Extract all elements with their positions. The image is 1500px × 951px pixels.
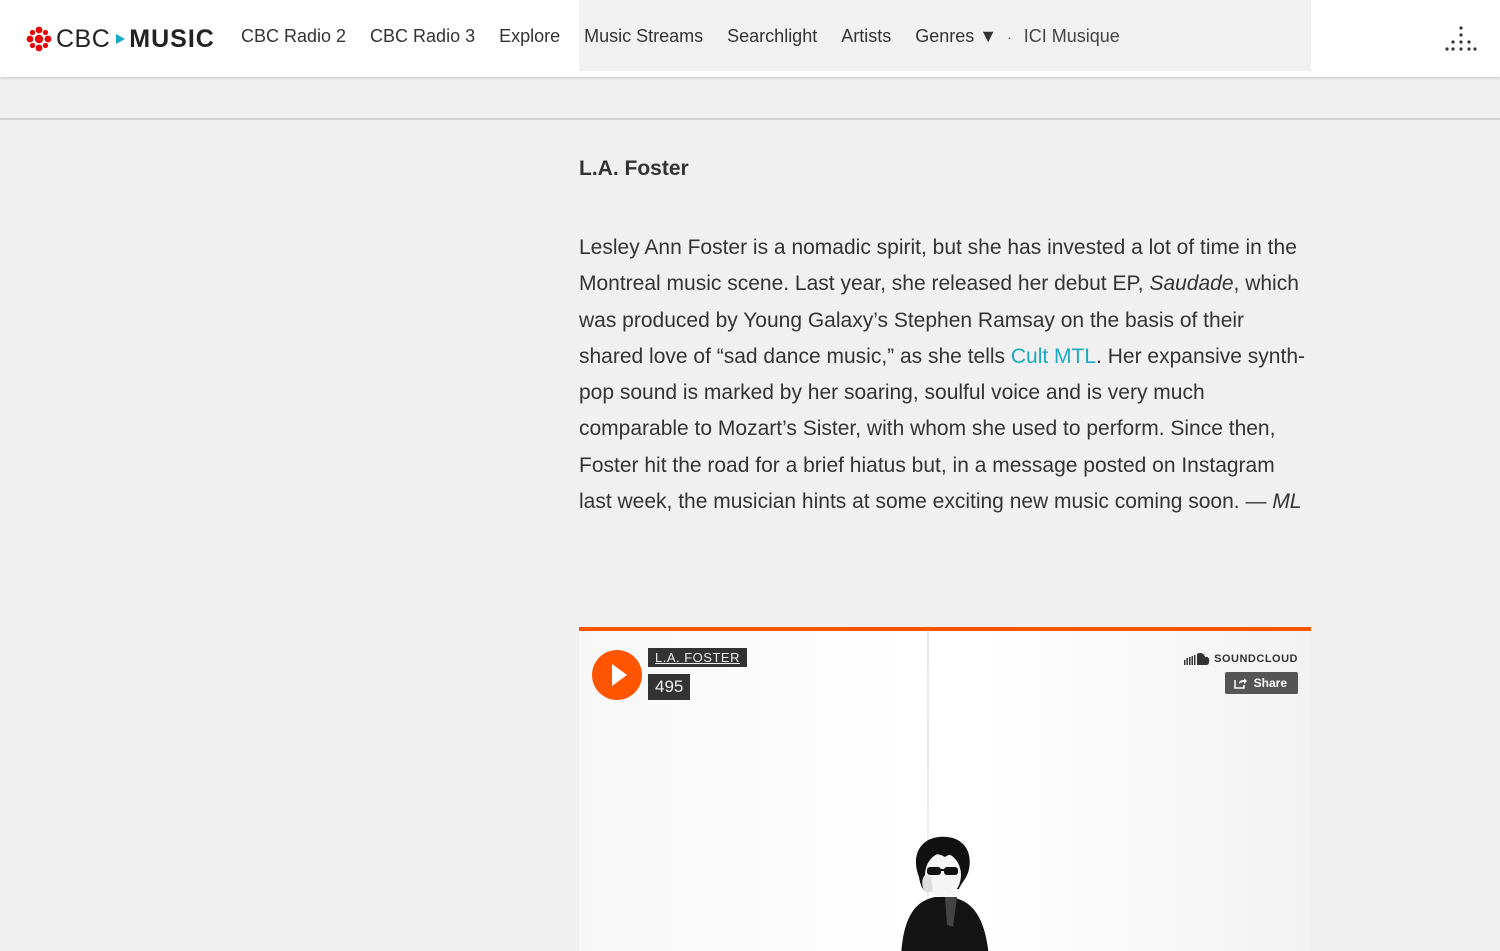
nav-item-ici-musique[interactable]: ICI Musique: [1024, 26, 1120, 47]
article-text-3: . Her expansive synth-pop sound is marke…: [579, 344, 1305, 514]
nav-separator: ·: [1007, 28, 1012, 45]
play-arrow-icon: [116, 34, 126, 44]
soundcloud-play-count: 495: [648, 674, 691, 700]
soundcloud-share-button[interactable]: Share: [1224, 672, 1298, 694]
nav-item-cbc-radio-2[interactable]: CBC Radio 2: [241, 26, 346, 47]
soundcloud-embed[interactable]: L.A. FOSTER 495 SOUNDCLOUD Share: [579, 627, 1311, 951]
soundcloud-artist-link[interactable]: L.A. FOSTER: [648, 648, 747, 667]
article-content: L.A. Foster Lesley Ann Foster is a nomad…: [579, 155, 1311, 541]
nav-item-searchlight[interactable]: Searchlight: [727, 26, 817, 47]
soundcloud-cloud-icon: [1184, 653, 1210, 665]
author-initials: ML: [1272, 490, 1302, 514]
ep-title: Saudade: [1149, 272, 1234, 296]
nav-item-music-streams[interactable]: Music Streams: [584, 26, 703, 47]
nav-item-explore[interactable]: Explore: [499, 26, 560, 47]
cult-mtl-link[interactable]: Cult MTL: [1011, 345, 1096, 368]
nav-menu: CBC Radio 2 CBC Radio 3 Explore Music St…: [241, 26, 1120, 47]
artist-photo-figure: [901, 836, 989, 951]
secondary-bar: [0, 77, 1500, 120]
cbc-gem-icon: [26, 26, 52, 52]
soundcloud-logo[interactable]: SOUNDCLOUD: [1184, 652, 1298, 666]
soundcloud-play-button[interactable]: [592, 650, 642, 700]
logo-text: CBC: [56, 24, 111, 53]
nav-item-cbc-radio-3[interactable]: CBC Radio 3: [370, 26, 475, 47]
nav-item-artists[interactable]: Artists: [841, 26, 891, 47]
soundcloud-brand-label: SOUNDCLOUD: [1214, 653, 1298, 665]
cbc-music-logo[interactable]: CBC MUSIC: [26, 24, 215, 54]
article-heading: L.A. Foster: [579, 157, 689, 180]
share-icon: [1233, 678, 1247, 689]
grid-dots-icon[interactable]: [1444, 26, 1478, 52]
share-label: Share: [1253, 676, 1287, 690]
top-navigation-bar: CBC MUSIC CBC Radio 2 CBC Radio 3 Explor…: [0, 0, 1500, 77]
nav-item-genres-dropdown[interactable]: Genres ▼: [915, 26, 997, 47]
article-paragraph: Lesley Ann Foster is a nomadic spirit, b…: [579, 230, 1311, 520]
logo-product-text: MUSIC: [129, 24, 215, 53]
